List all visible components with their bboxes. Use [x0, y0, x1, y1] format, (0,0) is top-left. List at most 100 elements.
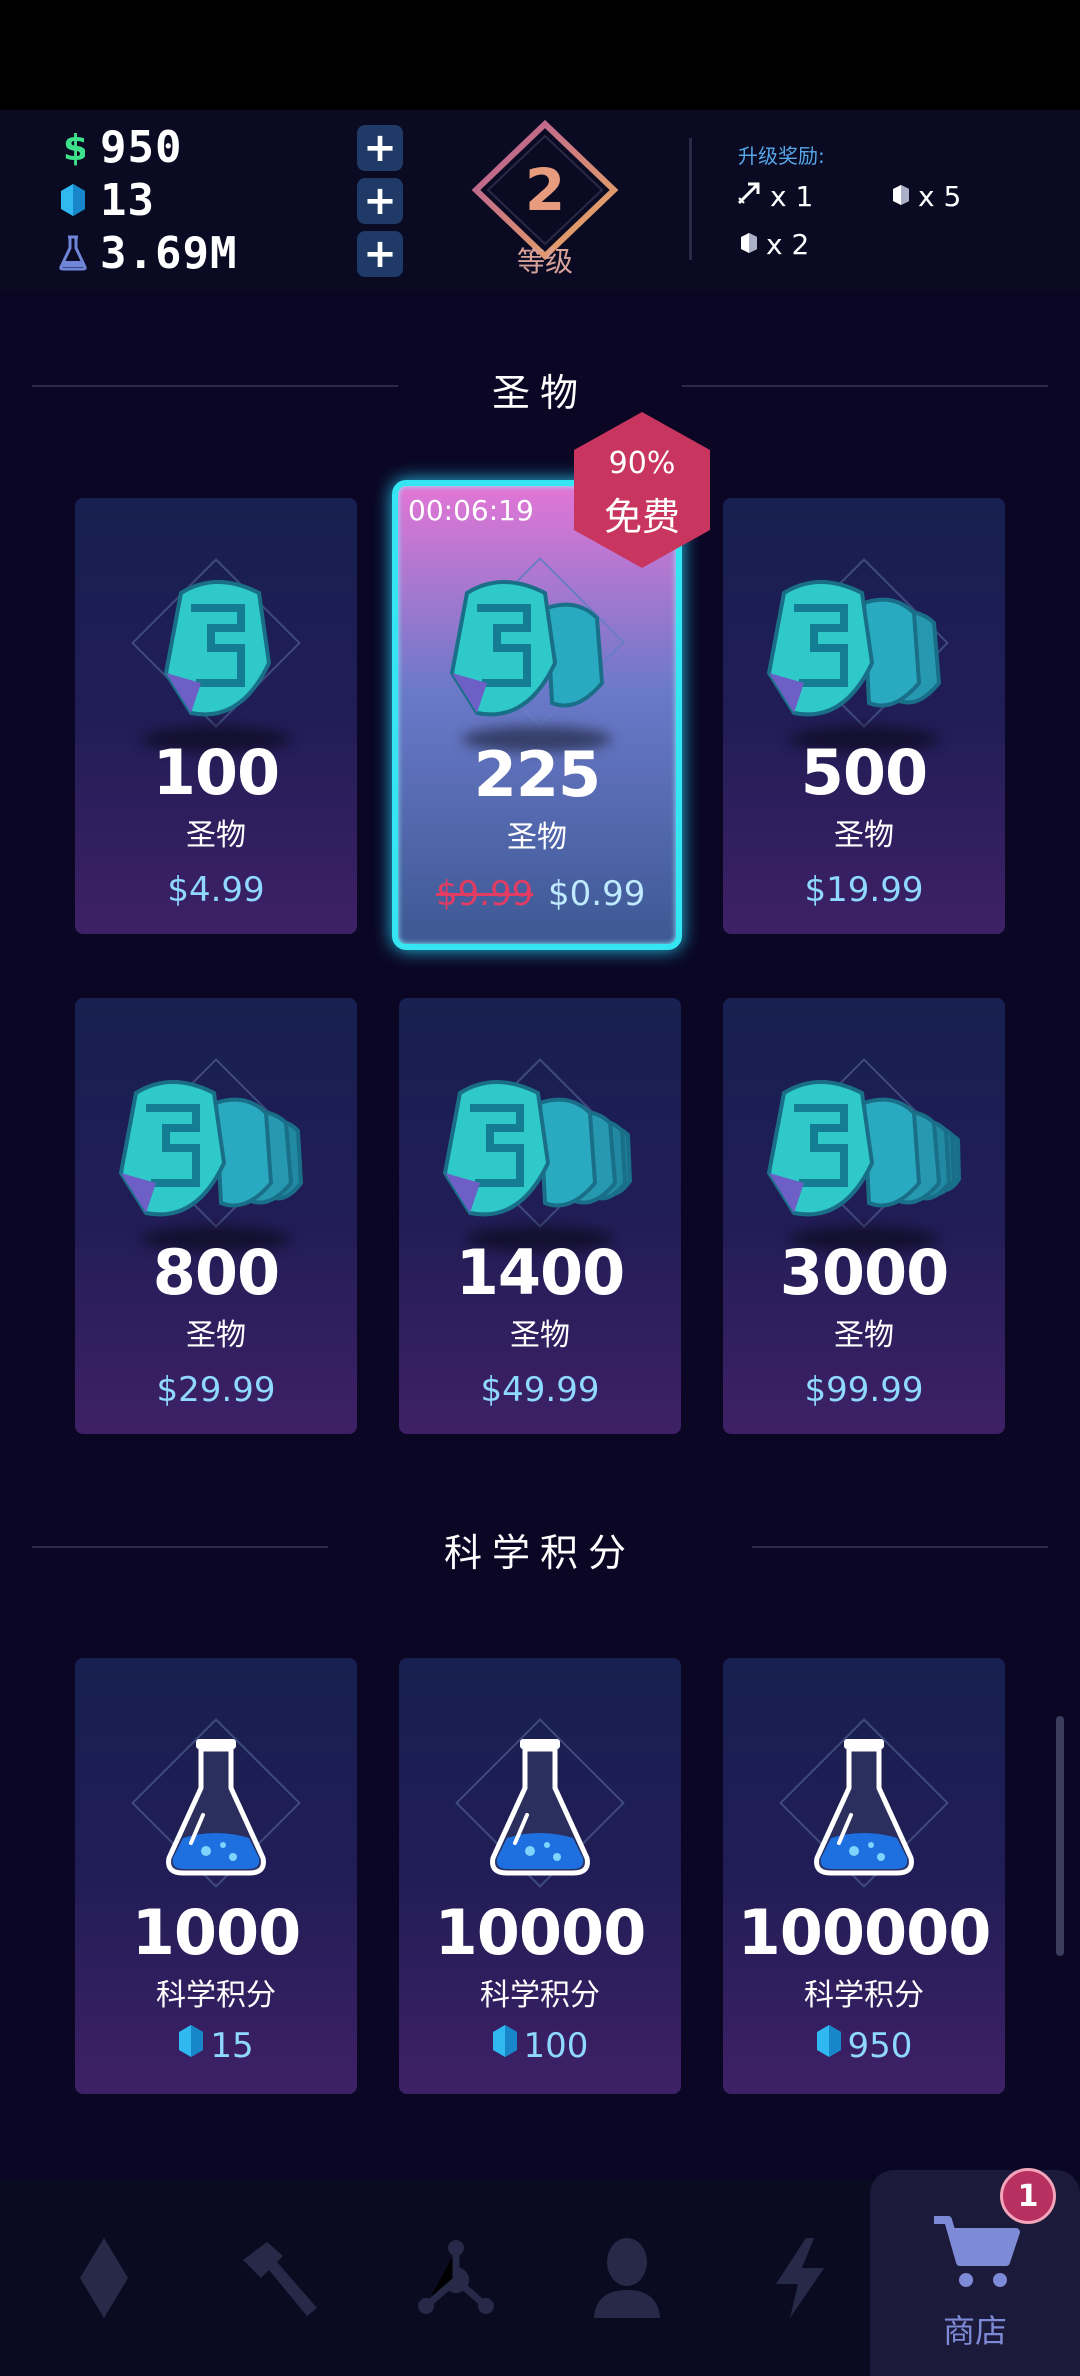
- relic-quantity: 3000: [779, 1236, 950, 1309]
- science-pack-card[interactable]: 100000 科学积分 950: [723, 1658, 1005, 2094]
- discount-free-label: 免费: [603, 495, 680, 539]
- flask-icon: [75, 1698, 357, 1918]
- svg-text:$: $: [63, 128, 85, 167]
- discount-percent: 90%: [608, 446, 676, 481]
- gem-cost: 100: [399, 2024, 681, 2067]
- relic-pack-card[interactable]: 100 圣物 $4.99: [75, 498, 357, 934]
- relic-price: $4.99: [167, 870, 265, 910]
- flask-icon: [58, 233, 88, 273]
- level-badge[interactable]: 2 等级: [470, 118, 620, 278]
- cart-icon: [934, 2216, 1020, 2287]
- relic-quantity: 100: [152, 736, 280, 809]
- relic-unit: 圣物: [834, 1318, 894, 1353]
- relic-price: $99.99: [804, 1370, 924, 1410]
- gem-icon: [58, 180, 88, 220]
- gem-cost-value: 15: [210, 2025, 254, 2066]
- flask-icon: [399, 1698, 681, 1918]
- gem-cost-value: 950: [847, 2025, 913, 2066]
- add-science-button[interactable]: +: [357, 231, 403, 277]
- section-title-science: 科学积分: [443, 1531, 636, 1575]
- relic-unit: 圣物: [510, 1318, 570, 1353]
- relic-pack-card[interactable]: 500 圣物 $19.99: [723, 498, 1005, 934]
- nav-network[interactable]: [386, 2180, 526, 2376]
- relic-quantity: 500: [800, 736, 928, 809]
- relic-pack-card[interactable]: 1400 圣物 $49.99: [399, 998, 681, 1434]
- reward-item-gem-2: x 2: [740, 228, 809, 261]
- money-value: 950: [100, 121, 183, 173]
- reward-item-arrow: x 1: [736, 180, 813, 213]
- money-row: $ 950: [58, 121, 183, 173]
- gem-cost-value: 100: [523, 2025, 589, 2066]
- relic-pack-card[interactable]: 3000 圣物 $99.99: [723, 998, 1005, 1434]
- science-quantity: 10000: [434, 1896, 647, 1969]
- relic-stones-icon: [723, 538, 1005, 758]
- status-bar: [0, 0, 1080, 110]
- relic-unit: 圣物: [507, 820, 567, 855]
- science-pack-card[interactable]: 10000 科学积分 100: [399, 1658, 681, 2094]
- level-number: 2: [524, 156, 566, 224]
- gem-icon: [816, 2024, 842, 2067]
- gem-icon: [492, 2024, 518, 2067]
- relic-stones-icon: [75, 1038, 357, 1258]
- relic-quantity: 800: [152, 1236, 280, 1309]
- relic-unit: 圣物: [834, 818, 894, 853]
- gem-icon: [178, 2024, 204, 2067]
- diamond-icon: [80, 2238, 128, 2318]
- hammer-icon: [243, 2242, 317, 2316]
- relic-stone-icon: [75, 538, 357, 758]
- relic-pack-card[interactable]: 800 圣物 $29.99: [75, 998, 357, 1434]
- science-unit: 科学积分: [804, 1978, 924, 2013]
- section-title-relics: 圣物: [491, 371, 588, 415]
- gems-value: 13: [100, 174, 155, 226]
- nav-profile[interactable]: [557, 2180, 697, 2376]
- gem-icon: [740, 228, 758, 261]
- science-pack-card[interactable]: 1000 科学积分 15: [75, 1658, 357, 2094]
- nav-shop-label: 商店: [942, 2312, 1007, 2350]
- nav-diamond[interactable]: [34, 2180, 174, 2376]
- reward-arrow-count: x 1: [770, 180, 814, 213]
- add-gems-button[interactable]: +: [357, 178, 403, 224]
- network-icon: [418, 2240, 494, 2314]
- relic-unit: 圣物: [186, 1318, 246, 1353]
- notification-badge: 1: [1000, 2168, 1056, 2224]
- science-unit: 科学积分: [480, 1978, 600, 2013]
- science-value: 3.69M: [100, 227, 238, 279]
- relic-price: $29.99: [156, 1370, 276, 1410]
- discount-badge: 90% 免费: [570, 410, 714, 570]
- relic-price: $49.99: [480, 1370, 600, 1410]
- original-price: $9.99: [436, 874, 534, 914]
- gem-icon: [892, 180, 910, 213]
- relic-stones-icon: [723, 1038, 1005, 1258]
- relic-quantity: 225: [473, 738, 601, 811]
- dollar-icon: $: [58, 127, 88, 167]
- relic-price: $19.99: [804, 870, 924, 910]
- science-quantity: 1000: [131, 1896, 302, 1969]
- gems-row: 13: [58, 174, 155, 226]
- science-row: 3.69M: [58, 227, 238, 279]
- gem-cost: 950: [723, 2024, 1005, 2067]
- relic-stones-icon: [399, 1038, 681, 1258]
- gem-cost: 15: [75, 2024, 357, 2067]
- flask-icon: [723, 1698, 1005, 1918]
- lightning-icon: [776, 2238, 824, 2318]
- scrollbar[interactable]: [1056, 1716, 1064, 1956]
- offer-timer: 00:06:19: [408, 494, 534, 527]
- science-unit: 科学积分: [156, 1978, 276, 2013]
- shop-screen: $ 950 + 13 + 3.69M + 2 等级 升级奖励: x 1 x 5 …: [0, 0, 1080, 2376]
- reward-gem-count-a: x 5: [918, 180, 962, 213]
- reward-item-gem-5: x 5: [892, 180, 961, 213]
- discount-price: $0.99: [548, 874, 646, 914]
- nav-power[interactable]: [730, 2180, 870, 2376]
- person-icon: [594, 2238, 660, 2318]
- relic-stones-icon: [398, 538, 676, 758]
- relic-quantity: 1400: [455, 1236, 626, 1309]
- science-quantity: 100000: [737, 1896, 992, 1969]
- header-divider: [689, 138, 692, 260]
- relic-unit: 圣物: [186, 818, 246, 853]
- nav-build[interactable]: [208, 2180, 348, 2376]
- upgrade-reward-title: 升级奖励:: [738, 144, 825, 168]
- add-money-button[interactable]: +: [357, 125, 403, 171]
- level-label: 等级: [516, 245, 573, 278]
- reward-gem-count-b: x 2: [766, 228, 810, 261]
- arrow-icon: [736, 180, 762, 213]
